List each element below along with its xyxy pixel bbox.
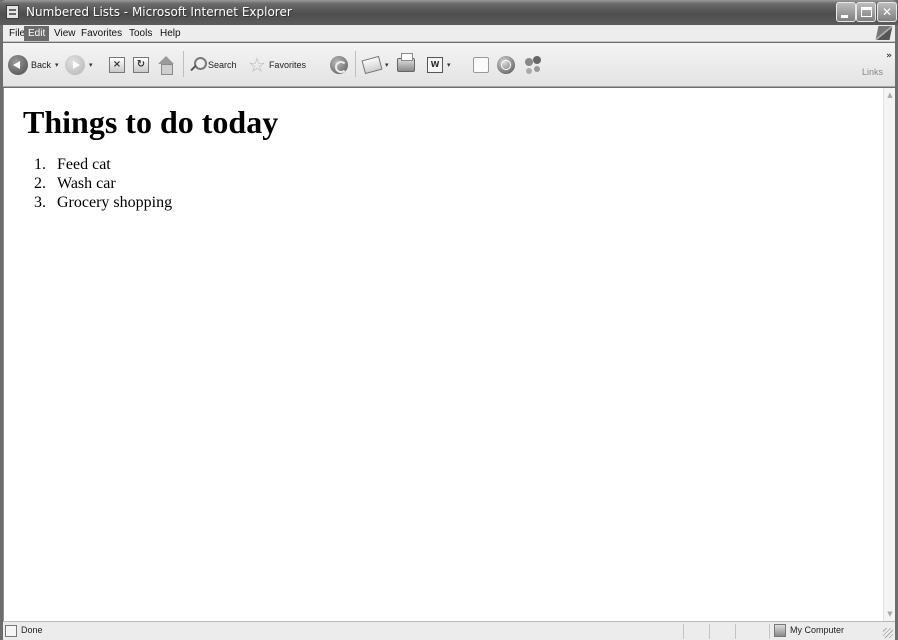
page-content: Things to do today 1. Feed cat 2. Wash c… [3,88,883,621]
mail-dropdown-icon[interactable]: ▾ [385,61,389,69]
window-title: Numbered Lists - Microsoft Internet Expl… [26,5,292,19]
toolbar-separator [183,51,184,77]
scroll-up-icon[interactable]: ▲ [884,88,896,102]
messenger-icon [523,56,543,74]
page-status-icon [5,625,17,637]
favorites-label: Favorites [268,60,306,70]
status-pane [735,624,761,639]
list-item-text: Wash car [57,175,116,192]
menu-tools[interactable]: Tools [125,26,156,41]
favorites-button[interactable]: ☆ Favorites [248,52,306,78]
list-item: 3. Grocery shopping [24,193,172,212]
media-button[interactable] [330,52,348,78]
refresh-button[interactable]: ↻ [133,52,149,78]
menu-favorites[interactable]: Favorites [77,26,126,41]
back-label: Back [31,60,52,70]
todo-list: 1. Feed cat 2. Wash car 3. Grocery shopp… [24,155,172,212]
close-button[interactable]: ✕ [877,2,897,22]
research-button[interactable] [497,52,515,78]
status-bar: Done My Computer [3,621,895,640]
edit-dropdown-icon[interactable]: ▾ [447,61,451,69]
edit-word-button[interactable]: W ▾ [427,52,451,78]
menu-view[interactable]: View [50,26,80,41]
blank-page-icon [473,57,489,73]
menu-edit[interactable]: Edit [24,26,50,41]
search-label: Search [208,60,237,70]
windows-logo-icon [875,26,893,40]
messenger-button[interactable] [523,52,543,78]
browser-window: Numbered Lists - Microsoft Internet Expl… [0,0,898,640]
forward-dropdown-icon[interactable]: ▾ [89,61,93,69]
media-icon [330,56,348,74]
page-heading: Things to do today [23,104,279,140]
word-icon: W [427,57,443,73]
mail-icon [361,55,383,75]
list-item-number: 2. [34,175,46,192]
forward-icon [65,55,85,75]
minimize-icon [841,15,848,18]
list-item: 2. Wash car [24,174,172,193]
home-icon [157,56,175,75]
home-button[interactable] [157,52,175,78]
favorites-star-icon: ☆ [248,53,266,77]
maximize-button[interactable] [856,2,876,22]
back-button[interactable]: Back ▾ [8,52,59,78]
links-label[interactable]: Links [862,67,883,77]
my-computer-icon [774,624,786,637]
back-dropdown-icon[interactable]: ▾ [55,61,59,69]
menu-bar: File Edit View Favorites Tools Help [3,25,895,42]
print-button[interactable] [397,52,415,78]
status-pane [683,624,709,639]
list-item-text: Grocery shopping [57,194,173,211]
menu-help[interactable]: Help [156,26,185,41]
title-bar[interactable]: Numbered Lists - Microsoft Internet Expl… [0,0,898,25]
scroll-down-icon[interactable]: ▼ [884,607,896,621]
forward-button[interactable]: ▾ [65,52,93,78]
resize-grip-icon[interactable] [883,628,893,638]
search-icon [189,57,207,73]
refresh-icon: ↻ [133,57,149,73]
standard-toolbar: Back ▾ ▾ × ↻ Search ☆ Favorites ▾ W ▾ » … [3,43,895,87]
list-item-number: 1. [34,156,46,173]
vertical-scrollbar[interactable]: ▲ ▼ [883,88,895,621]
zone-text: My Computer [790,625,845,635]
stop-icon: × [109,57,125,73]
status-pane [709,624,735,639]
back-icon [8,55,28,75]
close-icon: ✕ [881,5,893,19]
toolbar-separator [355,51,356,77]
ie-page-icon [6,5,19,19]
search-button[interactable]: Search [189,52,237,78]
mail-button[interactable]: ▾ [361,52,389,78]
minimize-button[interactable] [836,2,856,22]
discuss-button[interactable] [473,52,489,78]
status-text: Done [21,625,43,635]
links-chevron-icon[interactable]: » [886,51,892,61]
list-item-text: Feed cat [57,156,111,173]
print-icon [397,53,415,72]
list-item-number: 3. [34,194,46,211]
list-item: 1. Feed cat [24,155,172,174]
maximize-icon [861,7,872,17]
stop-button[interactable]: × [109,52,125,78]
globe-icon [497,56,515,74]
